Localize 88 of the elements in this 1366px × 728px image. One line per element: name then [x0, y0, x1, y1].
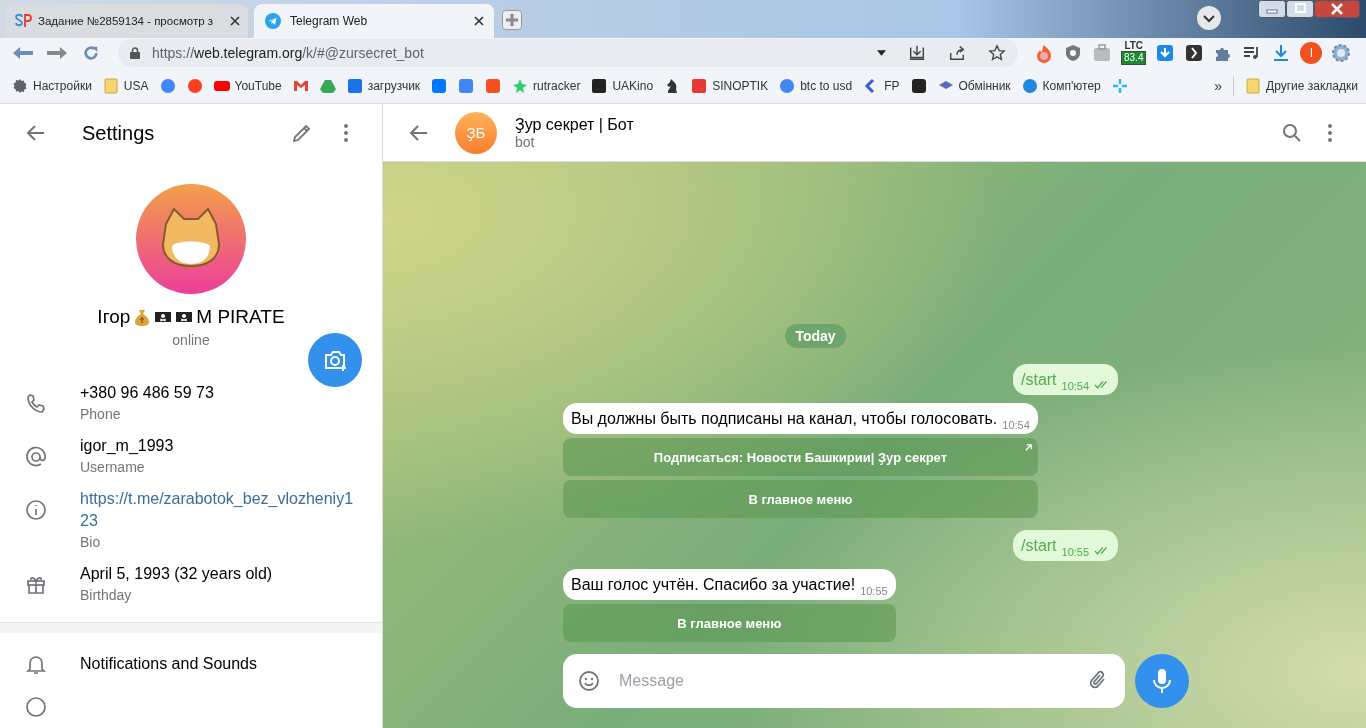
url-text: https://web.telegram.org/k/#@zursecret_bot — [152, 45, 424, 61]
folder-icon — [1245, 77, 1262, 94]
profile-name: M PIRATE — [196, 306, 285, 328]
menu-item-icon — [24, 695, 48, 719]
message-time: 10:54 — [1061, 380, 1090, 392]
bookmark-icon — [691, 77, 708, 94]
info-value: igor_m_1993 — [80, 436, 175, 456]
bookmark[interactable]: YouTube — [213, 77, 282, 94]
message-field[interactable]: Message — [617, 671, 1071, 691]
info-label: Phone — [80, 406, 122, 422]
download-icon[interactable] — [1155, 43, 1176, 63]
bookmark[interactable]: SINOPTIK — [691, 77, 769, 94]
close-window-button[interactable] — [1314, 0, 1360, 18]
bookmark-icon — [591, 77, 608, 94]
bookmark[interactable]: rutracker — [512, 77, 581, 94]
maximize-button[interactable] — [1286, 0, 1314, 18]
bookmark-folder[interactable]: Другие закладки — [1245, 77, 1358, 94]
tab-title: Telegram Web — [290, 14, 369, 28]
bookmark-icon — [779, 77, 796, 94]
info-icon — [24, 498, 48, 522]
bookmark-icon[interactable] — [910, 77, 927, 94]
chat-subtitle: bot — [515, 133, 536, 150]
menu-item[interactable]: Notifications and Sounds — [0, 633, 382, 695]
back-arrow-icon[interactable] — [12, 45, 34, 61]
bookmark-icon — [1021, 77, 1038, 94]
message-time: 10:55 — [860, 585, 888, 597]
profile-avatar[interactable]: I — [1300, 42, 1323, 64]
profile-name: Ігор — [97, 306, 131, 328]
message-text: Ваш голос учтён. Спасибо за участие! — [571, 575, 856, 595]
tab-title: Задание №2859134 - просмотр з — [38, 15, 215, 27]
chat-avatar: ҘБ — [455, 111, 497, 154]
info-value: +380 96 486 59 73 — [80, 383, 215, 403]
flame-icon[interactable] — [1034, 43, 1054, 63]
money-bag-icon — [133, 308, 152, 326]
message-text: Вы должны быть подписаны на канал, чтобы голосовать. — [571, 409, 998, 429]
chat-title: Ҙур секрет | Бот — [515, 115, 634, 134]
dropdown-icon[interactable] — [877, 50, 886, 56]
gear-icon[interactable] — [1331, 43, 1352, 63]
camera-button[interactable] — [308, 333, 362, 387]
phone-icon — [24, 392, 48, 416]
smiley-icon[interactable] — [577, 669, 601, 693]
more-bookmarks-button[interactable]: » — [1214, 77, 1223, 94]
date-badge: Today — [785, 324, 846, 348]
bookmark[interactable]: Комп'ютер — [1021, 77, 1101, 94]
bookmark-icon — [346, 77, 363, 94]
bookmark[interactable]: UAKino — [591, 77, 654, 94]
external-link-icon — [1023, 443, 1033, 452]
bookmark-icon — [512, 77, 529, 94]
bookmark-icon — [12, 77, 28, 94]
message-text: /start — [1021, 536, 1057, 556]
sp-logo-icon — [14, 12, 32, 30]
message-time: 10:54 — [1002, 419, 1030, 431]
minimize-button[interactable] — [1258, 0, 1286, 18]
tab-search-button[interactable] — [1197, 6, 1221, 30]
close-icon[interactable] — [474, 16, 484, 26]
profile-link[interactable]: https://t.me/zarabotok_bez_vlozheniy123 — [80, 488, 358, 532]
bookmark[interactable]: Обмінник — [937, 77, 1011, 94]
bracket-icon[interactable] — [1184, 43, 1205, 63]
briefcase-icon[interactable] — [1092, 43, 1112, 63]
bookmark[interactable]: загрузчик — [346, 77, 421, 94]
online-status: online — [172, 332, 210, 348]
info-label: Bio — [80, 534, 102, 550]
message-time: 10:55 — [1061, 546, 1090, 558]
star-icon[interactable] — [988, 44, 1006, 62]
info-value: April 5, 1993 (32 years old) — [80, 564, 274, 584]
at-sign-icon — [24, 445, 48, 469]
lock-icon — [130, 47, 140, 59]
bookmark[interactable]: Настройки — [12, 77, 92, 94]
bookmark-icon — [102, 77, 119, 94]
telegram-icon — [264, 12, 282, 30]
bookmark[interactable]: btc to usd — [779, 77, 853, 94]
address-bar[interactable]: https://web.telegram.org/k/#@zursecret_bot — [118, 39, 1018, 67]
install-icon[interactable] — [908, 44, 926, 62]
info-label: Birthday — [80, 587, 133, 603]
message-text: /start — [1021, 370, 1057, 390]
browser-tab[interactable]: Telegram Web — [254, 4, 494, 38]
browser-tab[interactable]: Задание №2859134 - просмотр з — [6, 4, 248, 38]
info-label: Username — [80, 459, 146, 475]
new-tab-button[interactable] — [502, 10, 522, 30]
share-icon[interactable] — [948, 44, 966, 62]
close-icon[interactable] — [230, 16, 240, 26]
forward-arrow-icon[interactable] — [46, 45, 68, 61]
microphone-button[interactable] — [1135, 654, 1189, 708]
bookmark[interactable]: USA — [102, 77, 149, 94]
shield-icon[interactable] — [1063, 43, 1083, 63]
panel-title: Settings — [82, 121, 155, 145]
bookmark[interactable]: FP — [863, 77, 900, 94]
message-composer[interactable]: Message — [563, 654, 1125, 708]
